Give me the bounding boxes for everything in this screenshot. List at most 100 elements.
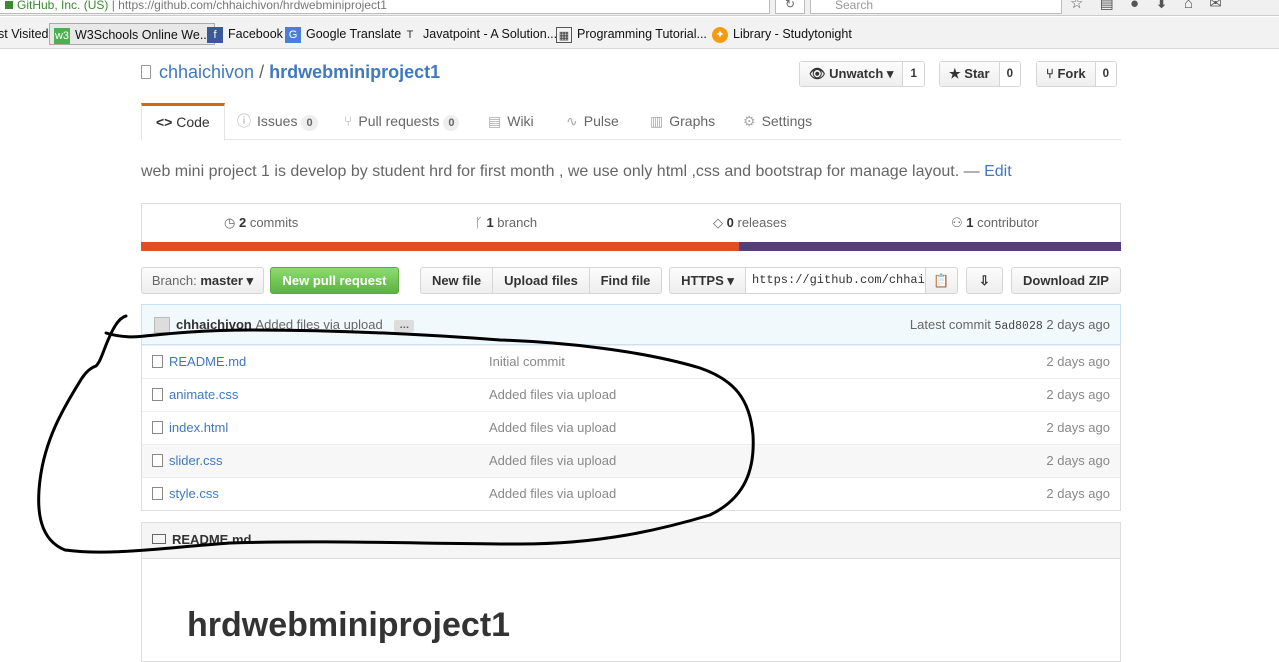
file-commit-message[interactable]: Added files via upload xyxy=(489,420,616,435)
new-file-button[interactable]: New file xyxy=(420,267,493,294)
home-icon[interactable]: ⌂ xyxy=(1184,0,1193,12)
pocket-icon[interactable]: ● xyxy=(1130,0,1139,12)
branch-select-button[interactable]: Branch: master ▾ xyxy=(141,267,264,294)
branch-count: 1 xyxy=(486,215,494,230)
unwatch-label: Unwatch ▾ xyxy=(829,66,894,81)
description-text: web mini project 1 is develop by student… xyxy=(141,163,980,180)
repo-separator: / xyxy=(259,62,265,82)
bookmark-label: Javatpoint - A Solution... xyxy=(423,27,558,41)
bookmark-studytonight[interactable]: ✦ Library - Studytonight xyxy=(712,23,852,45)
reload-icon[interactable]: ↻ xyxy=(775,0,805,14)
address-bar[interactable]: GitHub, Inc. (US) | https://github.com/c… xyxy=(0,0,770,14)
branch-icon: ᚴ xyxy=(475,215,483,230)
issues-count: 0 xyxy=(301,115,318,131)
readme-panel: README.md hrdwebminiproject1 xyxy=(141,522,1121,662)
bookmark-star-icon[interactable]: ☆ xyxy=(1070,0,1083,12)
commit-age: 2 days ago xyxy=(1046,317,1110,332)
file-commit-message[interactable]: Added files via upload xyxy=(489,486,616,501)
file-name-link[interactable]: style.css xyxy=(169,486,219,501)
find-file-button[interactable]: Find file xyxy=(589,267,662,294)
tab-settings[interactable]: ⚙ Settings xyxy=(743,103,812,140)
commit-author: chhaichivon Added files via upload … xyxy=(176,317,415,332)
commit-author-link[interactable]: chhaichivon xyxy=(176,317,252,332)
file-icon xyxy=(152,454,163,467)
bookmarks-menu-icon[interactable]: ▤ xyxy=(1100,0,1114,12)
commit-sha-link[interactable]: 5ad8028 xyxy=(994,320,1042,333)
tab-code[interactable]: <> Code xyxy=(141,103,225,141)
watchers-count[interactable]: 1 xyxy=(903,62,923,86)
tab-issues[interactable]: ⓘ Issues 0 xyxy=(237,103,318,140)
avatar[interactable] xyxy=(154,317,170,333)
contributor-label: contributor xyxy=(977,215,1039,230)
fork-label: Fork xyxy=(1057,66,1086,81)
file-commit-message[interactable]: Added files via upload xyxy=(489,453,616,468)
table-row: animate.css Added files via upload 2 day… xyxy=(142,378,1120,411)
latest-commit-bar: chhaichivon Added files via upload … Lat… xyxy=(141,304,1121,345)
commit-expand-button[interactable]: … xyxy=(394,319,415,332)
file-list: README.md Initial commit 2 days ago anim… xyxy=(141,345,1121,511)
releases-link[interactable]: ◇ 0 releases xyxy=(713,204,787,242)
file-name-link[interactable]: slider.css xyxy=(169,453,222,468)
star-button[interactable]: ★ Star xyxy=(940,62,1000,86)
contributor-count: 1 xyxy=(966,215,974,230)
upload-files-button[interactable]: Upload files xyxy=(492,267,590,294)
bookmark-most-visited[interactable]: st Visited xyxy=(0,23,49,45)
bookmark-label: Programming Tutorial... xyxy=(577,27,707,41)
tab-graphs[interactable]: ▥ Graphs xyxy=(650,103,715,140)
releases-label: releases xyxy=(737,215,787,230)
book-icon: ▤ xyxy=(488,113,502,129)
contributors-link[interactable]: ⚇ 1 contributor xyxy=(951,204,1039,242)
tab-pull-requests[interactable]: ⑂ Pull requests 0 xyxy=(344,103,460,140)
book-icon xyxy=(152,534,166,544)
star-button-group: ★ Star 0 xyxy=(939,61,1021,87)
repo-owner-link[interactable]: chhaichivon xyxy=(159,62,254,82)
readme-title: hrdwebminiproject1 xyxy=(187,606,511,644)
bookmark-label: st Visited xyxy=(0,27,49,41)
file-name-link[interactable]: animate.css xyxy=(169,387,238,402)
table-row: style.css Added files via upload 2 days … xyxy=(142,477,1120,510)
bookmark-w3schools[interactable]: w3 W3Schools Online We... xyxy=(49,23,216,45)
file-navigation: Branch: master ▾ New pull request New fi… xyxy=(141,267,1121,295)
branch-name: master ▾ xyxy=(200,273,254,288)
commits-link[interactable]: ◷ 2 commits xyxy=(224,204,298,242)
clone-url-input[interactable]: https://github.com/chhaichivon/hrdwebmin… xyxy=(745,267,926,294)
download-zip-button[interactable]: Download ZIP xyxy=(1011,267,1121,294)
branches-link[interactable]: ᚴ 1 branch xyxy=(475,204,537,242)
tab-wiki[interactable]: ▤ Wiki xyxy=(488,103,534,140)
browser-search-input[interactable]: Search xyxy=(810,0,1062,14)
unwatch-button[interactable]: 👁 Unwatch ▾ xyxy=(800,62,904,86)
chat-icon[interactable]: ✉ xyxy=(1209,0,1222,12)
copy-clipboard-icon[interactable]: 📋 xyxy=(925,267,958,294)
repo-nav-tabs: <> Code ⓘ Issues 0 ⑂ Pull requests 0 ▤ Wiki ∿… xyxy=(141,103,1121,141)
edit-description-link[interactable]: Edit xyxy=(984,163,1012,180)
fork-button[interactable]: ⑂ Fork xyxy=(1037,62,1096,86)
new-pull-request-button[interactable]: New pull request xyxy=(270,267,399,294)
file-commit-message[interactable]: Added files via upload xyxy=(489,387,616,402)
file-age: 2 days ago xyxy=(1046,420,1110,435)
fork-icon: ⑂ xyxy=(1046,66,1054,81)
tab-pulse[interactable]: ∿ Pulse xyxy=(566,103,619,140)
forks-count[interactable]: 0 xyxy=(1096,62,1116,86)
bookmark-facebook[interactable]: f Facebook xyxy=(207,23,283,45)
file-name-link[interactable]: index.html xyxy=(169,420,228,435)
url-text: https://github.com/chhaichivon/hrdwebmin… xyxy=(118,0,387,12)
clone-protocol-button[interactable]: HTTPS ▾ xyxy=(669,267,746,294)
table-row: README.md Initial commit 2 days ago xyxy=(142,345,1120,378)
commit-message[interactable]: Added files via upload xyxy=(255,317,382,332)
download-icon[interactable]: ⬇ xyxy=(1155,0,1168,12)
bookmark-programming-tutorial[interactable]: ▦ Programming Tutorial... xyxy=(556,23,707,45)
desktop-download-icon[interactable]: ⇩ xyxy=(966,267,1003,294)
tutorial-icon: ▦ xyxy=(556,26,572,43)
translate-icon: G xyxy=(285,26,301,43)
javatpoint-icon: T xyxy=(406,28,414,41)
file-commit-message[interactable]: Initial commit xyxy=(489,354,565,369)
stargazers-count[interactable]: 0 xyxy=(1000,62,1020,86)
file-name-link[interactable]: README.md xyxy=(169,354,246,369)
tab-label: Pull requests xyxy=(358,113,440,129)
site-identity: GitHub, Inc. (US) xyxy=(17,0,109,12)
language-bar[interactable] xyxy=(141,242,1121,251)
bookmark-javatpoint[interactable]: T Javatpoint - A Solution... xyxy=(402,23,558,45)
repo-name-link[interactable]: hrdwebminiproject1 xyxy=(269,62,440,82)
fork-button-group: ⑂ Fork 0 xyxy=(1036,61,1118,87)
bookmark-google-translate[interactable]: G Google Translate xyxy=(285,23,401,45)
